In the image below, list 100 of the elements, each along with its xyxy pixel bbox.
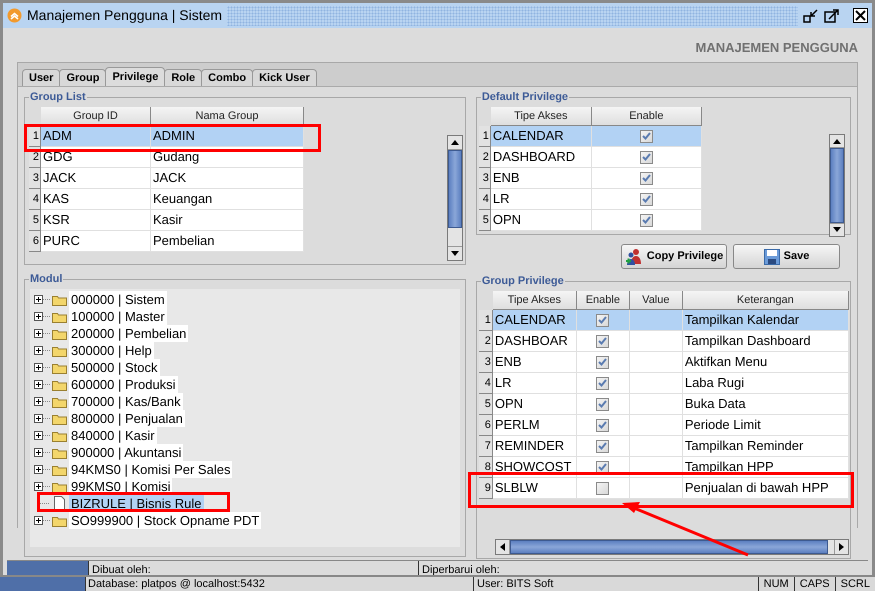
checkbox[interactable]: [596, 440, 610, 452]
app-logo-icon: [7, 8, 22, 23]
checkbox[interactable]: [640, 192, 653, 206]
table-cell: Periode Limit: [682, 415, 849, 436]
folder-icon: [52, 362, 67, 374]
table-cell: JACK: [151, 168, 304, 189]
expand-icon[interactable]: [34, 312, 50, 321]
row-number: 5: [478, 394, 493, 415]
maximize-icon[interactable]: [824, 8, 840, 24]
checkbox[interactable]: [596, 418, 610, 432]
expand-icon[interactable]: [34, 363, 50, 372]
close-icon[interactable]: [853, 8, 868, 23]
expand-icon[interactable]: [34, 414, 50, 423]
scroll-thumb[interactable]: [448, 150, 462, 228]
column-header[interactable]: Tipe Akses: [492, 291, 577, 310]
panel-title: Group Privilege: [480, 274, 565, 288]
tree-item[interactable]: 100000 | Master: [69, 308, 167, 325]
column-header[interactable]: Keterangan: [682, 291, 849, 310]
scroll-right-icon[interactable]: [838, 543, 844, 551]
table-cell: Pembelian: [151, 231, 304, 252]
scroll-thumb[interactable]: [830, 148, 844, 223]
folder-icon: [52, 378, 67, 390]
expand-icon[interactable]: [34, 431, 50, 440]
restore-icon[interactable]: [803, 8, 819, 24]
tree-item[interactable]: 94KMS0 | Komisi Per Sales: [69, 461, 232, 478]
tab[interactable]: Role: [164, 69, 202, 86]
tree-item[interactable]: 200000 | Pembelian: [69, 325, 188, 342]
table-cell: Tampilkan Kalendar: [682, 310, 849, 331]
folder-icon: [52, 328, 67, 340]
checkbox[interactable]: [596, 356, 610, 368]
expand-icon[interactable]: [34, 516, 50, 525]
checkbox[interactable]: [596, 376, 610, 390]
row-number: 1: [478, 126, 491, 147]
tree-item[interactable]: SO999900 | Stock Opname PDT: [69, 512, 262, 529]
expand-icon[interactable]: [34, 448, 50, 457]
vertical-scrollbar[interactable]: [447, 135, 463, 261]
tab[interactable]: Kick User: [252, 69, 317, 86]
table-cell: Tampilkan Dashboard: [682, 331, 849, 352]
tree-item[interactable]: 500000 | Stock: [69, 359, 160, 376]
row-number: 4: [478, 373, 493, 394]
copy-button[interactable]: Copy Privilege: [621, 244, 727, 269]
user-status: User: BITS Soft: [476, 577, 554, 591]
table-cell: Penjualan di bawah HPP: [682, 478, 849, 499]
checkbox[interactable]: [640, 130, 653, 142]
column-header[interactable]: Tipe Akses: [490, 107, 592, 126]
scroll-left-icon[interactable]: [500, 543, 505, 551]
panel-title: Group List: [29, 90, 87, 104]
table-cell: Laba Rugi: [682, 373, 849, 394]
tree-item[interactable]: 600000 | Produksi: [69, 376, 178, 393]
tab[interactable]: Combo: [201, 69, 254, 86]
tree-item[interactable]: 900000 | Akuntansi: [69, 444, 184, 461]
row-number: 1: [29, 126, 41, 147]
check-icon: [598, 442, 608, 450]
row-number: 3: [478, 168, 491, 189]
table-cell: SLBLW: [492, 478, 577, 499]
tree-item[interactable]: 840000 | Kasir: [69, 427, 157, 444]
expand-icon[interactable]: [34, 346, 50, 355]
folder-icon: [52, 396, 67, 408]
tab[interactable]: Group: [59, 69, 106, 86]
expand-icon[interactable]: [34, 397, 50, 406]
vertical-scrollbar[interactable]: [829, 134, 845, 237]
column-header[interactable]: Enable: [576, 291, 630, 310]
checkbox[interactable]: [640, 214, 653, 226]
row-number: 5: [478, 210, 491, 231]
tree-item[interactable]: 800000 | Penjualan: [69, 410, 185, 427]
expand-icon[interactable]: [34, 329, 50, 338]
checkbox[interactable]: [596, 398, 610, 410]
tree-item[interactable]: 300000 | Help: [69, 342, 154, 359]
check-icon: [642, 216, 651, 224]
expand-icon[interactable]: [34, 380, 50, 389]
tree-item[interactable]: 000000 | Sistem: [69, 291, 167, 308]
folder-icon: [52, 464, 67, 476]
row-number: 5: [29, 210, 41, 231]
checkbox[interactable]: [596, 314, 610, 326]
expand-icon[interactable]: [34, 482, 50, 491]
table-cell: ENB: [492, 352, 577, 373]
row-number: 2: [478, 147, 491, 168]
expand-icon[interactable]: [34, 295, 50, 304]
tab[interactable]: Privilege: [105, 67, 166, 86]
checkbox[interactable]: [596, 482, 610, 494]
page-heading: MANAJEMEN PENGGUNA: [695, 39, 858, 57]
key-indicator: SCRL: [834, 577, 875, 591]
scroll-thumb[interactable]: [510, 540, 828, 554]
check-icon: [598, 379, 608, 387]
expand-icon[interactable]: [34, 465, 50, 474]
checkbox[interactable]: [596, 334, 610, 348]
row-number: 2: [478, 331, 493, 352]
horizontal-scrollbar[interactable]: [494, 539, 849, 555]
table-cell: PERLM: [492, 415, 577, 436]
tree-item[interactable]: 700000 | Kas/Bank: [69, 393, 183, 410]
table-cell: Aktifkan Menu: [682, 352, 849, 373]
column-header[interactable]: Enable: [592, 107, 702, 126]
folder-icon: [52, 310, 67, 322]
checkbox[interactable]: [640, 150, 653, 164]
tab[interactable]: User: [22, 69, 60, 86]
column-header[interactable]: Value: [630, 291, 683, 310]
save-button[interactable]: Save: [733, 244, 840, 269]
key-indicator: CAPS: [794, 577, 835, 591]
checkbox[interactable]: [596, 460, 610, 474]
checkbox[interactable]: [640, 172, 653, 184]
